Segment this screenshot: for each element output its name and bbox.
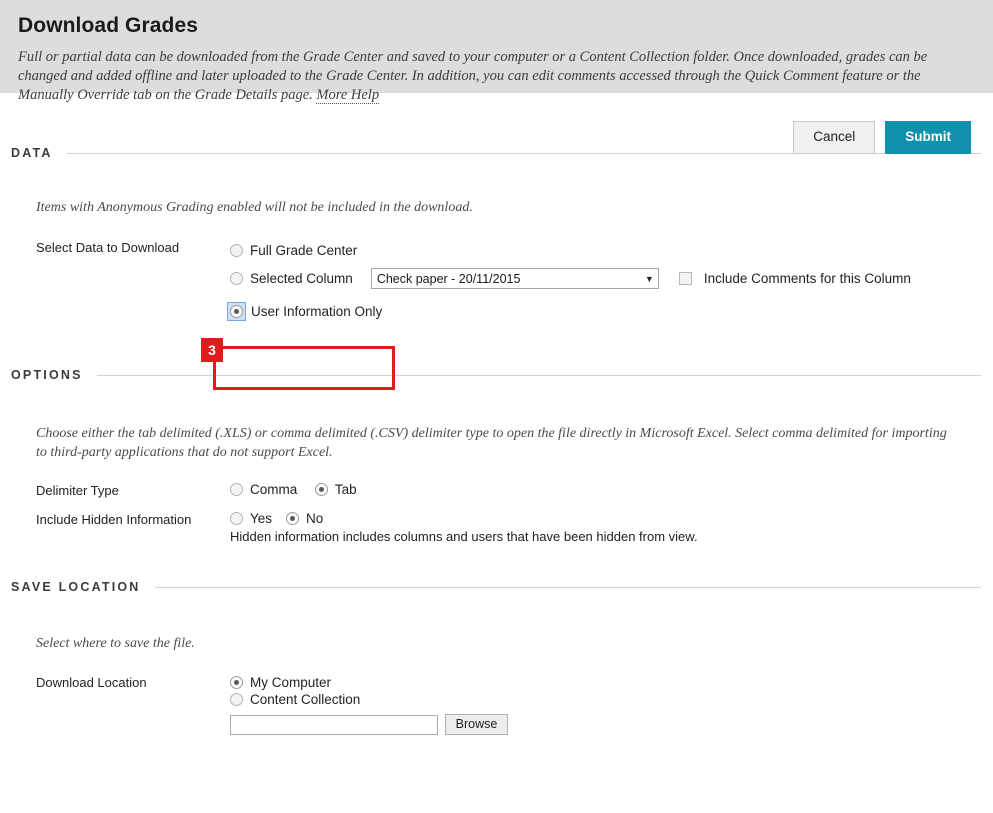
- options-help-text: Choose either the tab delimited (.XLS) o…: [36, 426, 947, 460]
- radio-user-information-only-label: User Information Only: [251, 304, 383, 319]
- save-location-section-divider: [154, 586, 981, 588]
- column-select[interactable]: Check paper - 20/11/2015 ▼: [370, 268, 659, 289]
- radio-full-grade-center-label: Full Grade Center: [250, 243, 358, 258]
- options-section-body: Choose either the tab delimited (.XLS) o…: [0, 382, 993, 544]
- page-header: Download Grades Full or partial data can…: [0, 0, 993, 104]
- download-location-row: Download Location My Computer Content Co…: [36, 674, 993, 735]
- radio-option-hidden-no[interactable]: No: [286, 511, 323, 526]
- select-data-row: Select Data to Download Full Grade Cente…: [36, 239, 993, 328]
- options-section-header: OPTIONS: [0, 368, 993, 382]
- delimiter-type-row: Delimiter Type Comma Tab: [36, 482, 993, 499]
- select-data-label: Select Data to Download: [36, 240, 180, 255]
- annotation-step-badge: 3: [201, 338, 223, 362]
- radio-hidden-yes-icon[interactable]: [230, 512, 243, 525]
- radio-user-information-only-icon[interactable]: [230, 305, 243, 318]
- cancel-button[interactable]: Cancel: [793, 121, 876, 154]
- radio-my-computer-label: My Computer: [250, 675, 332, 690]
- radio-hidden-yes-label: Yes: [250, 511, 273, 526]
- select-data-controls: Full Grade Center Selected Column Check …: [227, 239, 993, 328]
- data-section-title: DATA: [11, 146, 53, 160]
- hidden-information-row: Include Hidden Information Yes No Hidden…: [36, 511, 993, 544]
- download-location-label: Download Location: [36, 675, 147, 690]
- browse-button[interactable]: Browse: [444, 714, 509, 735]
- save-location-help-text: Select where to save the file.: [36, 636, 195, 651]
- options-section-title: OPTIONS: [11, 368, 83, 382]
- hidden-information-controls: Yes No Hidden information includes colum…: [230, 511, 993, 544]
- radio-option-full-grade-center[interactable]: Full Grade Center: [230, 243, 357, 258]
- delimiter-type-label: Delimiter Type: [36, 483, 119, 498]
- radio-tab-label: Tab: [334, 482, 357, 497]
- delimiter-type-controls: Comma Tab: [230, 482, 993, 499]
- radio-content-collection-icon[interactable]: [230, 693, 243, 706]
- top-action-bar: Cancel Submit: [0, 93, 993, 154]
- column-select-value: Check paper - 20/11/2015: [376, 271, 521, 286]
- include-comments-option[interactable]: Include Comments for this Column: [678, 271, 911, 286]
- submit-button[interactable]: Submit: [885, 121, 971, 154]
- radio-option-selected-column[interactable]: Selected Column: [230, 271, 353, 286]
- radio-tab-icon[interactable]: [314, 483, 328, 496]
- radio-comma-label: Comma: [250, 482, 298, 497]
- top-button-group: Cancel Submit: [793, 121, 971, 154]
- radio-option-content-collection[interactable]: Content Collection: [230, 692, 360, 707]
- download-location-controls: My Computer Content Collection Browse: [230, 674, 993, 735]
- data-section-body: Items with Anonymous Grading enabled wil…: [0, 160, 993, 328]
- radio-option-user-information-only[interactable]: User Information Only: [227, 302, 382, 321]
- chevron-down-icon: ▼: [644, 273, 654, 284]
- radio-hidden-no-label: No: [306, 511, 324, 526]
- radio-content-collection-label: Content Collection: [250, 692, 361, 707]
- radio-option-hidden-yes[interactable]: Yes: [230, 511, 272, 526]
- options-section-divider: [96, 374, 981, 376]
- radio-comma-icon[interactable]: [230, 483, 243, 496]
- radio-option-my-computer[interactable]: My Computer: [230, 675, 331, 690]
- radio-user-information-only-focus-ring: [227, 302, 246, 321]
- radio-selected-column-icon[interactable]: [230, 272, 243, 285]
- hidden-information-label: Include Hidden Information: [36, 512, 192, 527]
- radio-option-tab[interactable]: Tab: [314, 482, 357, 497]
- radio-option-comma[interactable]: Comma: [230, 482, 297, 497]
- save-location-section-body: Select where to save the file. Download …: [0, 594, 993, 735]
- data-help-text: Items with Anonymous Grading enabled wil…: [36, 200, 473, 215]
- save-location-section-header: SAVE LOCATION: [0, 580, 993, 594]
- radio-selected-column-label: Selected Column: [250, 271, 353, 286]
- radio-my-computer-icon[interactable]: [230, 676, 243, 689]
- radio-hidden-no-icon[interactable]: [286, 512, 300, 525]
- include-comments-checkbox[interactable]: [678, 272, 692, 285]
- save-path-input[interactable]: [230, 714, 438, 735]
- radio-full-grade-center-icon[interactable]: [230, 244, 243, 257]
- include-comments-label: Include Comments for this Column: [703, 271, 911, 286]
- page-title: Download Grades: [18, 14, 199, 37]
- hidden-information-note: Hidden information includes columns and …: [230, 529, 698, 544]
- save-location-section-title: SAVE LOCATION: [11, 580, 141, 594]
